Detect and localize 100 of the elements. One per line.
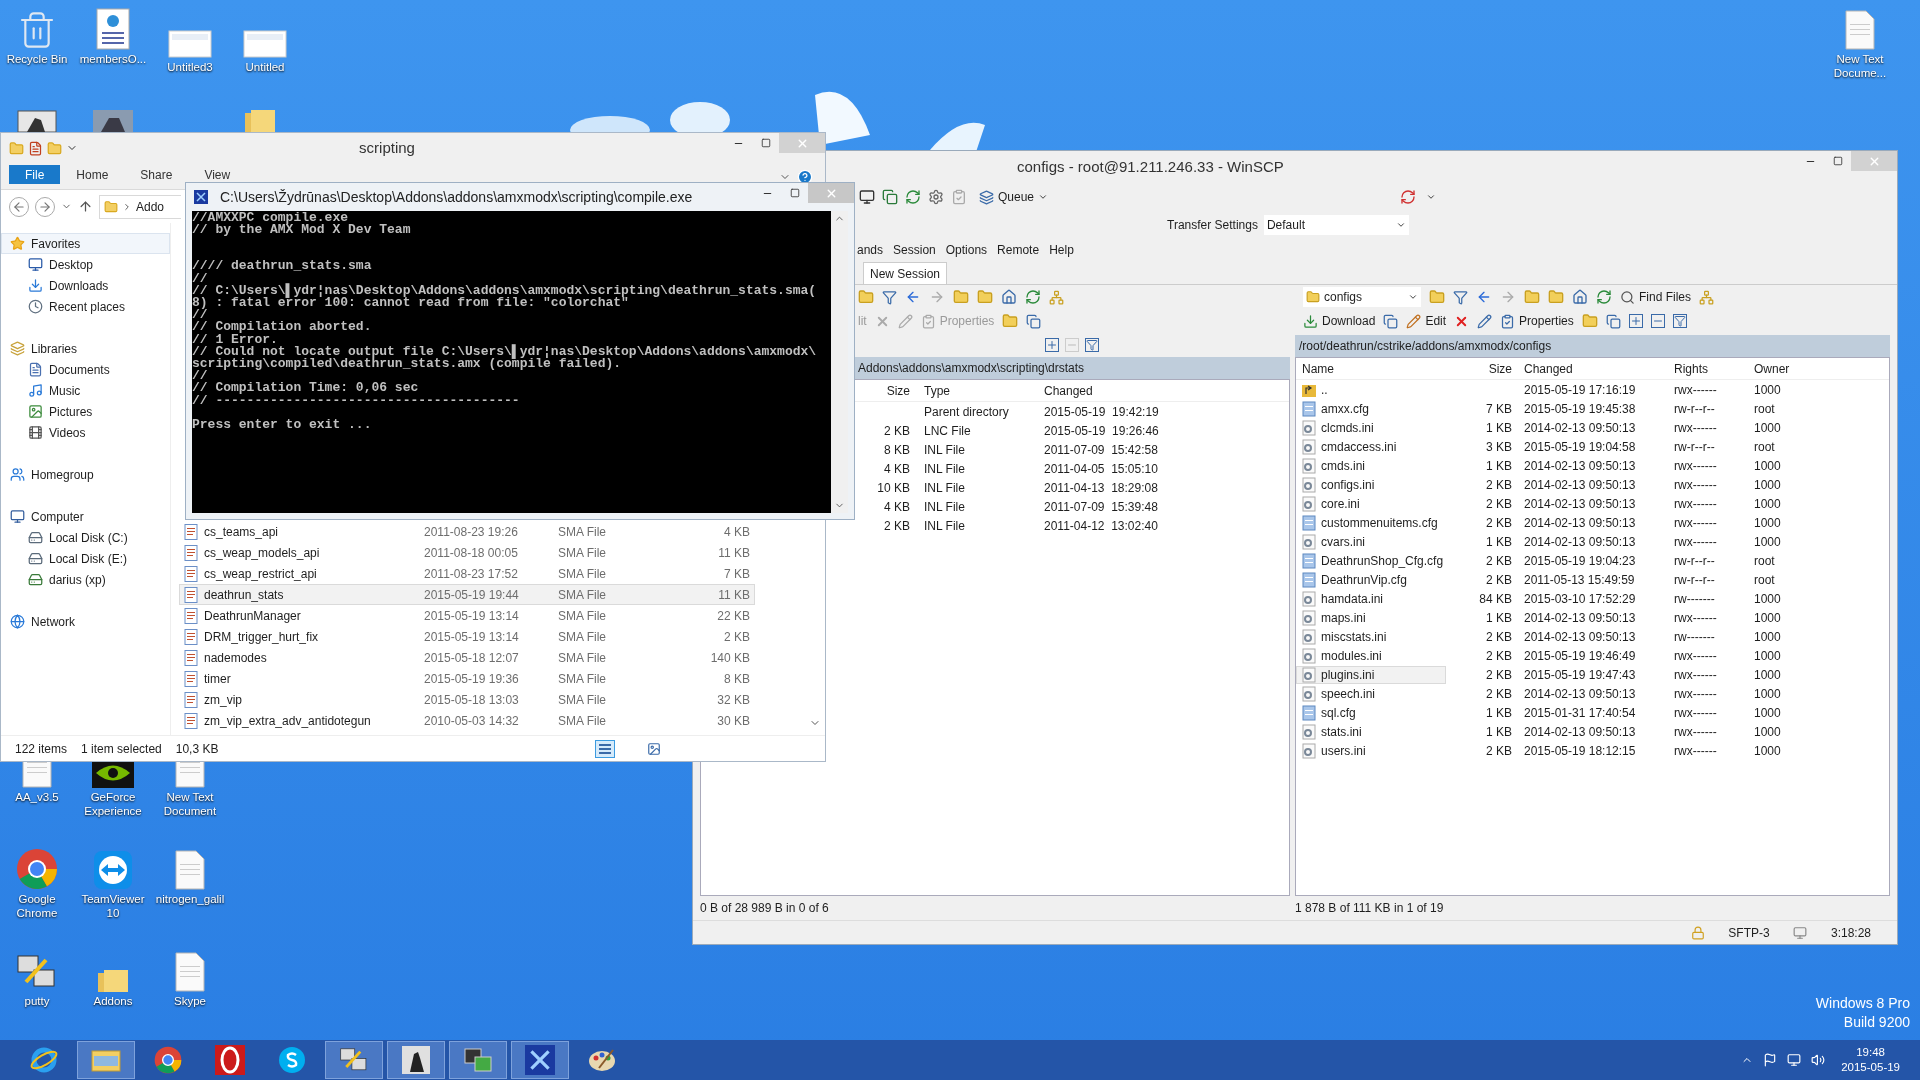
desktop-icon-label[interactable]: TeamViewer 10 (75, 892, 151, 920)
new-folder-icon[interactable] (1002, 313, 1019, 329)
file-name-cell[interactable]: miscstats.ini (1296, 627, 1446, 646)
column-header[interactable]: Changed (1518, 359, 1668, 378)
file-row[interactable]: zm_vip 2015-05-18 13:03 SMA File 32 KB (179, 689, 755, 710)
details-view-button[interactable] (595, 739, 615, 758)
rename-icon[interactable] (1477, 313, 1493, 329)
new-folder-icon[interactable] (1581, 313, 1598, 329)
tree-icon[interactable] (1699, 289, 1714, 305)
file-name-cell[interactable]: speech.ini (1296, 684, 1446, 703)
file-name-cell[interactable]: DeathrunShop_Cfg.cfg (1296, 551, 1446, 570)
nav-item[interactable]: Videos (19, 422, 170, 443)
column-header[interactable]: Size (858, 381, 916, 400)
nav-item[interactable]: Documents (19, 359, 170, 380)
nav-item[interactable]: Music (19, 380, 170, 401)
filter-icon[interactable] (1085, 338, 1099, 352)
column-header[interactable]: Owner (1748, 359, 1810, 378)
queue-button[interactable]: Queue (977, 188, 1051, 206)
file-name-cell[interactable]: cvars.ini (1296, 532, 1446, 551)
nav-item[interactable]: Recent places (19, 296, 170, 317)
nav-item[interactable]: Desktop (19, 254, 170, 275)
menu-item[interactable]: Options (945, 241, 988, 259)
column-header[interactable]: Name (1296, 359, 1448, 378)
taskbar-button[interactable] (511, 1041, 569, 1079)
monitor-icon[interactable] (859, 189, 875, 205)
back-icon[interactable] (905, 289, 921, 305)
taskbar-button[interactable] (449, 1041, 507, 1079)
file-name-cell[interactable]: custommenuitems.cfg (1296, 513, 1446, 532)
refresh-icon[interactable] (1400, 189, 1417, 205)
file-name-cell[interactable]: DeathrunVip.cfg (1296, 570, 1446, 589)
folder-select[interactable]: configs (1303, 287, 1421, 307)
desktop-icon-label[interactable]: New Text Document (152, 790, 228, 818)
sync-icon[interactable] (905, 189, 921, 205)
file-name-cell[interactable]: plugins.ini (1296, 665, 1446, 684)
session-tab[interactable]: New Session (863, 262, 948, 284)
ribbon-tab[interactable]: View (188, 165, 247, 184)
file-row[interactable]: cs_weap_restrict_api 2011-08-23 17:52 SMA File 7 KB (179, 563, 755, 584)
nav-item[interactable]: Network (1, 611, 170, 632)
root-folder-icon[interactable] (977, 289, 993, 305)
minus-icon[interactable] (1650, 314, 1665, 328)
file-name-cell[interactable]: stats.ini (1296, 722, 1446, 741)
menu-item[interactable]: Session (893, 241, 936, 259)
file-row[interactable]: timer 2015-05-19 19:36 SMA File 8 KB (179, 668, 755, 689)
up-icon[interactable] (78, 199, 93, 214)
refresh-icon[interactable] (1025, 289, 1041, 305)
properties-icon[interactable] (28, 140, 43, 156)
file-name-cell[interactable]: cmds.ini (1296, 456, 1446, 475)
nav-item[interactable]: Libraries (1, 338, 170, 359)
forward-icon[interactable] (1500, 289, 1516, 305)
copy-icon[interactable] (882, 189, 898, 205)
duplicate-icon[interactable] (1605, 313, 1621, 329)
gear-icon[interactable] (928, 189, 944, 205)
nav-item[interactable]: Local Disk (E:) (19, 548, 170, 569)
column-header[interactable]: Size (1448, 359, 1518, 378)
file-name-cell[interactable]: core.ini (1296, 494, 1446, 513)
nav-item[interactable]: Downloads (19, 275, 170, 296)
column-header[interactable]: Rights (1668, 359, 1748, 378)
rename-icon[interactable] (897, 313, 913, 329)
edit-button[interactable]: Edit (1406, 312, 1447, 330)
desktop-icon-label[interactable]: GeForce Experience (75, 790, 151, 818)
file-name-cell[interactable]: .. (1296, 380, 1446, 399)
copy-icon[interactable] (1026, 313, 1042, 329)
nav-item[interactable]: Pictures (19, 401, 170, 422)
forward-icon[interactable] (929, 289, 945, 305)
filter-icon[interactable] (882, 289, 897, 305)
menu-item[interactable]: Help (1049, 241, 1074, 259)
nav-item[interactable]: Favorites (1, 233, 170, 254)
address-bar[interactable]: Addo (99, 194, 181, 219)
volume-icon[interactable] (1811, 1053, 1826, 1067)
download-button[interactable]: Download (1303, 312, 1376, 330)
file-row[interactable]: DeathrunManager 2015-05-19 13:14 SMA File 22 KB (179, 605, 755, 626)
plus-icon[interactable] (1628, 314, 1643, 328)
parent-folder-icon[interactable] (1524, 289, 1540, 305)
file-name-cell[interactable]: amxx.cfg (1296, 399, 1446, 418)
refresh-icon[interactable] (1596, 289, 1612, 305)
file-row[interactable]: cs_weap_models_api 2011-08-18 00:05 SMA File 11 KB (179, 542, 755, 563)
desktop-icon-label[interactable]: Skype (152, 994, 228, 1008)
column-header[interactable]: Changed (1036, 381, 1184, 400)
file-name-cell[interactable]: users.ini (1296, 741, 1446, 760)
root-folder-icon[interactable] (1548, 289, 1564, 305)
desktop-icon-label[interactable]: nitrogen_galil (152, 892, 228, 906)
file-name-cell[interactable]: configs.ini (1296, 475, 1446, 494)
tree-icon[interactable] (1049, 289, 1064, 305)
open-folder-icon[interactable] (858, 289, 874, 305)
file-row[interactable]: zm_vip_extra_adv_antidotegun 2010-05-03 14:32 SMA File 30 KB (179, 710, 755, 731)
network-icon[interactable] (1787, 1053, 1802, 1067)
file-name-cell[interactable]: hamdata.ini (1296, 589, 1446, 608)
desktop-icon-label[interactable]: putty (0, 994, 75, 1008)
taskbar-button[interactable] (387, 1041, 445, 1079)
desktop-icon-label[interactable]: Addons (75, 994, 151, 1008)
back-icon[interactable] (1476, 289, 1492, 305)
file-row[interactable]: DRM_trigger_hurt_fix 2015-05-19 13:14 SMA File 2 KB (179, 626, 755, 647)
properties-button[interactable]: Properties (1500, 312, 1574, 330)
file-name-cell[interactable]: modules.ini (1296, 646, 1446, 665)
filter-icon[interactable] (1672, 314, 1687, 328)
find-files-button[interactable]: Find Files (1620, 288, 1691, 306)
dropdown-icon[interactable] (1426, 192, 1437, 202)
copy-icon[interactable] (1383, 313, 1399, 329)
file-name-cell[interactable]: sql.cfg (1296, 703, 1446, 722)
clipboard-icon[interactable] (951, 189, 967, 205)
